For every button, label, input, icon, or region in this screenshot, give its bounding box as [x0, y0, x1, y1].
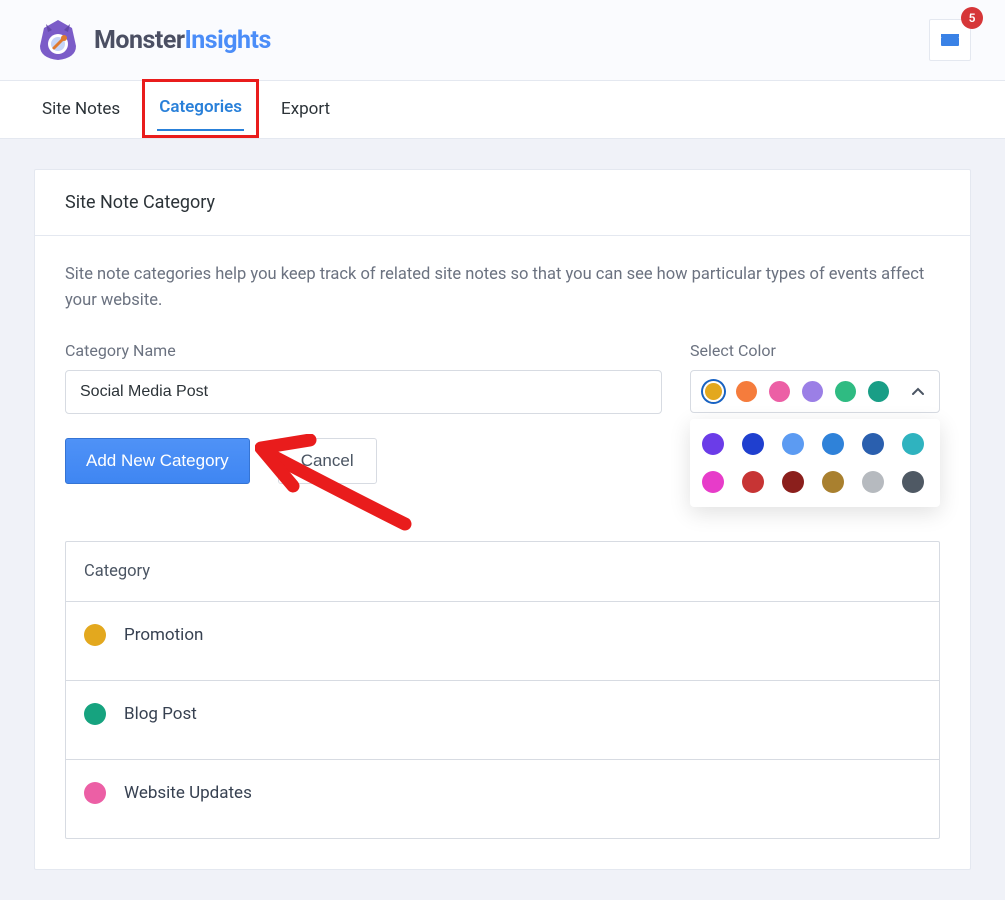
color-option[interactable]: [862, 433, 884, 455]
color-option[interactable]: [782, 433, 804, 455]
color-select-dropdown[interactable]: [690, 370, 940, 413]
inbox-badge: 5: [961, 7, 983, 29]
panel-title: Site Note Category: [35, 170, 970, 236]
tab-export[interactable]: Export: [273, 81, 338, 138]
category-name: Blog Post: [124, 704, 197, 724]
color-option[interactable]: [702, 471, 724, 493]
brand-text: MonsterInsights: [94, 26, 271, 55]
color-swatch[interactable]: [736, 381, 757, 402]
category-name: Promotion: [124, 625, 203, 645]
color-swatch[interactable]: [868, 381, 889, 402]
category-name: Website Updates: [124, 783, 252, 803]
category-panel: Site Note Category Site note categories …: [34, 169, 971, 870]
tabs-nav: Site Notes Categories Export: [0, 81, 1005, 139]
cancel-button[interactable]: Cancel: [278, 438, 377, 484]
panel-help-text: Site note categories help you keep track…: [65, 262, 940, 313]
inbox-icon: [939, 32, 961, 48]
color-option[interactable]: [822, 433, 844, 455]
color-swatch[interactable]: [769, 381, 790, 402]
brand-logo: MonsterInsights: [34, 18, 271, 62]
category-color-dot: [84, 624, 106, 646]
color-swatch[interactable]: [835, 381, 856, 402]
color-option[interactable]: [822, 471, 844, 493]
table-header-category: Category: [66, 542, 939, 602]
color-swatch[interactable]: [802, 381, 823, 402]
table-row[interactable]: Website Updates: [66, 760, 939, 838]
tab-categories[interactable]: Categories: [142, 79, 259, 138]
category-color-dot: [84, 703, 106, 725]
color-option[interactable]: [862, 471, 884, 493]
color-popover: [690, 419, 940, 507]
monster-icon: [34, 18, 82, 62]
table-row[interactable]: Promotion: [66, 602, 939, 681]
color-option[interactable]: [742, 433, 764, 455]
color-option[interactable]: [742, 471, 764, 493]
table-row[interactable]: Blog Post: [66, 681, 939, 760]
category-name-input[interactable]: [65, 370, 662, 414]
color-swatch[interactable]: [703, 381, 724, 402]
color-option[interactable]: [902, 433, 924, 455]
category-color-dot: [84, 782, 106, 804]
select-color-label: Select Color: [690, 341, 940, 360]
color-option[interactable]: [782, 471, 804, 493]
category-table: Category Promotion Blog Post Website Updat…: [65, 541, 940, 839]
inbox-button[interactable]: 5: [929, 19, 971, 61]
color-option[interactable]: [702, 433, 724, 455]
color-option[interactable]: [902, 471, 924, 493]
tab-site-notes[interactable]: Site Notes: [34, 81, 128, 138]
chevron-up-icon: [909, 383, 927, 401]
category-name-label: Category Name: [65, 341, 662, 360]
add-new-category-button[interactable]: Add New Category: [65, 438, 250, 484]
